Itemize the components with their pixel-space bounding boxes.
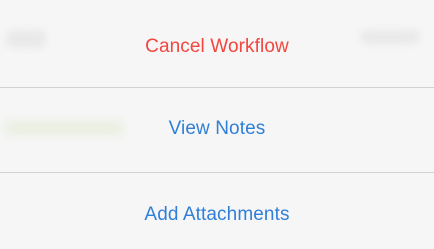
divider <box>0 172 434 173</box>
action-sheet: Cancel Workflow View Notes Add Attachmen… <box>0 0 434 249</box>
add-attachments-button[interactable]: Add Attachments <box>0 186 434 244</box>
view-notes-button[interactable]: View Notes <box>0 100 434 158</box>
divider <box>0 87 434 88</box>
cancel-workflow-button[interactable]: Cancel Workflow <box>0 18 434 76</box>
